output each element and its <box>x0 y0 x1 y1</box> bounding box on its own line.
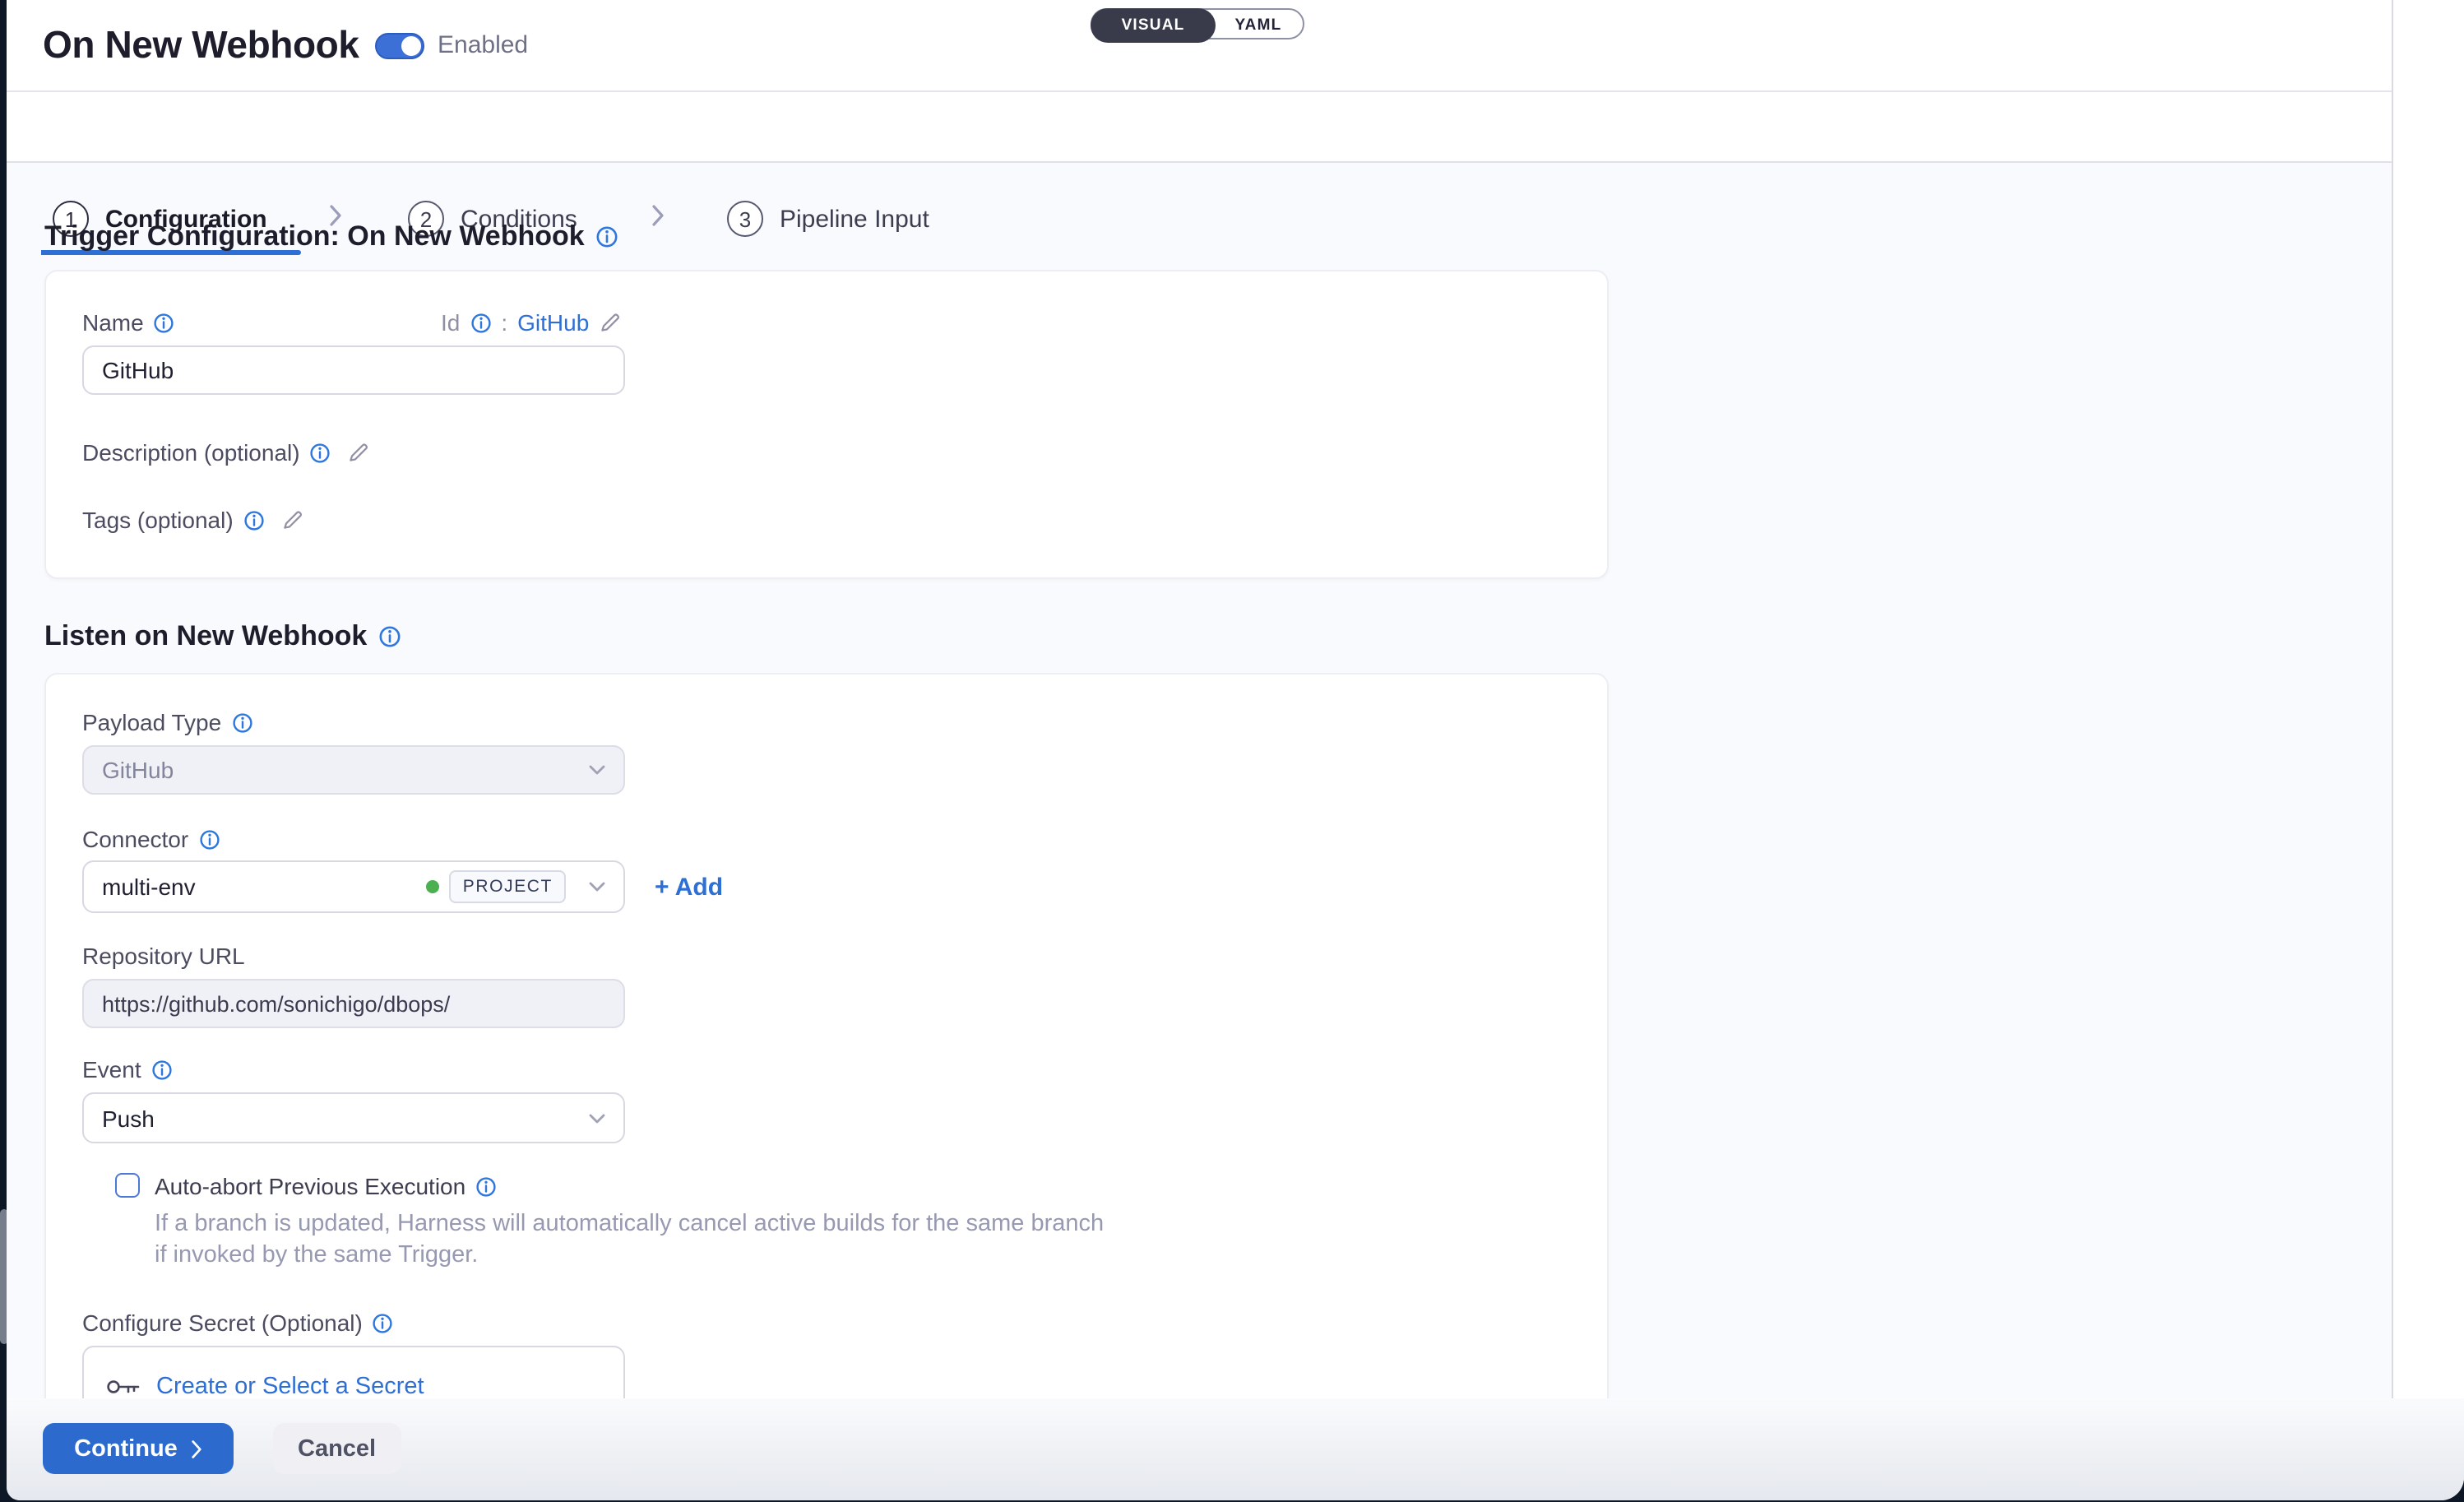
info-icon[interactable] <box>198 828 220 850</box>
id-row: Id : GitHub <box>441 309 622 336</box>
repo-url-label: Repository URL <box>82 943 245 969</box>
event-select[interactable]: Push <box>82 1092 625 1143</box>
name-input[interactable]: GitHub <box>82 345 625 395</box>
event-row: Event <box>82 1056 173 1082</box>
tab-yaml[interactable]: YAML <box>1214 10 1303 41</box>
trigger-wizard-window: On New Webhook Enabled VISUAL YAML 1 Con… <box>7 0 2464 1500</box>
info-icon[interactable] <box>596 225 619 248</box>
cancel-button[interactable]: Cancel <box>273 1423 401 1474</box>
view-mode-switch: VISUAL YAML <box>1091 8 1304 39</box>
chevron-right-icon <box>651 204 665 235</box>
footer-bar: Continue Cancel <box>7 1398 2464 1500</box>
add-connector-button[interactable]: + Add <box>655 874 723 902</box>
trigger-config-heading-text: Trigger Configuration: On New Webhook <box>44 220 585 253</box>
description-row: Description (optional) <box>82 439 371 466</box>
payload-type-label: Payload Type <box>82 709 221 735</box>
info-icon[interactable] <box>154 312 175 333</box>
viewport: On New Webhook Enabled VISUAL YAML 1 Con… <box>0 0 2464 1502</box>
chevron-down-icon <box>589 882 605 892</box>
auto-abort-label: Auto-abort Previous Execution <box>155 1173 465 1199</box>
repo-url-input[interactable]: https://github.com/sonichigo/dbops/ <box>82 979 625 1028</box>
chevron-down-icon <box>589 1113 605 1123</box>
wizard-tabbar: 1 Configuration 2 Conditions 3 Pipeline … <box>7 92 2464 163</box>
secret-row: Configure Secret (Optional) <box>82 1310 394 1336</box>
name-label: Name <box>82 309 144 336</box>
toggle-knob <box>401 36 421 56</box>
chevron-down-icon <box>589 765 605 775</box>
id-label: Id <box>441 309 460 336</box>
auto-abort-row: Auto-abort Previous Execution <box>155 1173 497 1199</box>
id-value-link[interactable]: GitHub <box>517 309 589 336</box>
repo-url-value: https://github.com/sonichigo/dbops/ <box>102 991 450 1016</box>
create-select-secret-link[interactable]: Create or Select a Secret <box>156 1374 424 1400</box>
event-label: Event <box>82 1056 141 1082</box>
connector-select[interactable]: multi-env PROJECT <box>82 860 625 913</box>
edit-description-pencil-icon[interactable] <box>348 441 371 464</box>
trigger-config-card: Name Id : GitHub GitHub Description (opt… <box>44 270 1609 579</box>
edit-tags-pencil-icon[interactable] <box>281 508 304 531</box>
tab-visual[interactable]: VISUAL <box>1091 8 1216 43</box>
auto-abort-help-line1: If a branch is updated, Harness will aut… <box>155 1209 1104 1240</box>
connector-label: Connector <box>82 826 188 852</box>
tags-row: Tags (optional) <box>82 507 304 533</box>
edit-id-pencil-icon[interactable] <box>599 311 622 334</box>
scrollbar-gutter[interactable] <box>2392 0 2464 1398</box>
listen-card: Payload Type GitHub Connector multi-env … <box>44 673 1609 1500</box>
payload-type-select[interactable]: GitHub <box>82 745 625 795</box>
auto-abort-help-line2: if invoked by the same Trigger. <box>155 1240 1104 1272</box>
info-icon[interactable] <box>470 312 491 333</box>
enabled-toggle[interactable] <box>375 33 424 59</box>
secret-label: Configure Secret (Optional) <box>82 1310 363 1336</box>
info-icon[interactable] <box>378 625 401 648</box>
info-icon[interactable] <box>373 1312 394 1333</box>
info-icon[interactable] <box>243 509 265 531</box>
page-title: On New Webhook <box>43 23 359 67</box>
info-icon[interactable] <box>310 442 331 463</box>
auto-abort-checkbox[interactable] <box>115 1173 140 1198</box>
info-icon[interactable] <box>475 1175 497 1197</box>
info-icon[interactable] <box>231 712 252 733</box>
payload-type-row: Payload Type <box>82 709 252 735</box>
name-label-row: Name <box>82 309 175 336</box>
event-value: Push <box>102 1105 155 1131</box>
enabled-label: Enabled <box>438 31 528 59</box>
trigger-config-heading: Trigger Configuration: On New Webhook <box>44 220 619 253</box>
continue-label: Continue <box>74 1435 178 1462</box>
continue-button[interactable]: Continue <box>43 1423 234 1474</box>
cancel-label: Cancel <box>298 1435 376 1462</box>
auto-abort-help: If a branch is updated, Harness will aut… <box>155 1209 1104 1272</box>
repo-url-row: Repository URL <box>82 943 245 969</box>
connector-row: Connector <box>82 826 220 852</box>
info-icon[interactable] <box>151 1059 173 1080</box>
step-number-circle: 3 <box>727 201 763 237</box>
name-input-value: GitHub <box>102 357 174 383</box>
app-header: On New Webhook Enabled VISUAL YAML <box>7 0 2464 92</box>
connector-status-dot <box>427 880 440 893</box>
id-separator: : <box>501 309 507 336</box>
connector-scope-badge: PROJECT <box>450 870 566 903</box>
connector-value: multi-env <box>102 874 196 900</box>
description-label: Description (optional) <box>82 439 300 466</box>
tab-pipeline-input[interactable]: 3 Pipeline Input <box>727 201 929 237</box>
listen-heading-text: Listen on New Webhook <box>44 620 367 653</box>
payload-type-value: GitHub <box>102 757 174 783</box>
step-label: Pipeline Input <box>780 205 929 233</box>
tags-label: Tags (optional) <box>82 507 234 533</box>
listen-heading: Listen on New Webhook <box>44 620 401 653</box>
